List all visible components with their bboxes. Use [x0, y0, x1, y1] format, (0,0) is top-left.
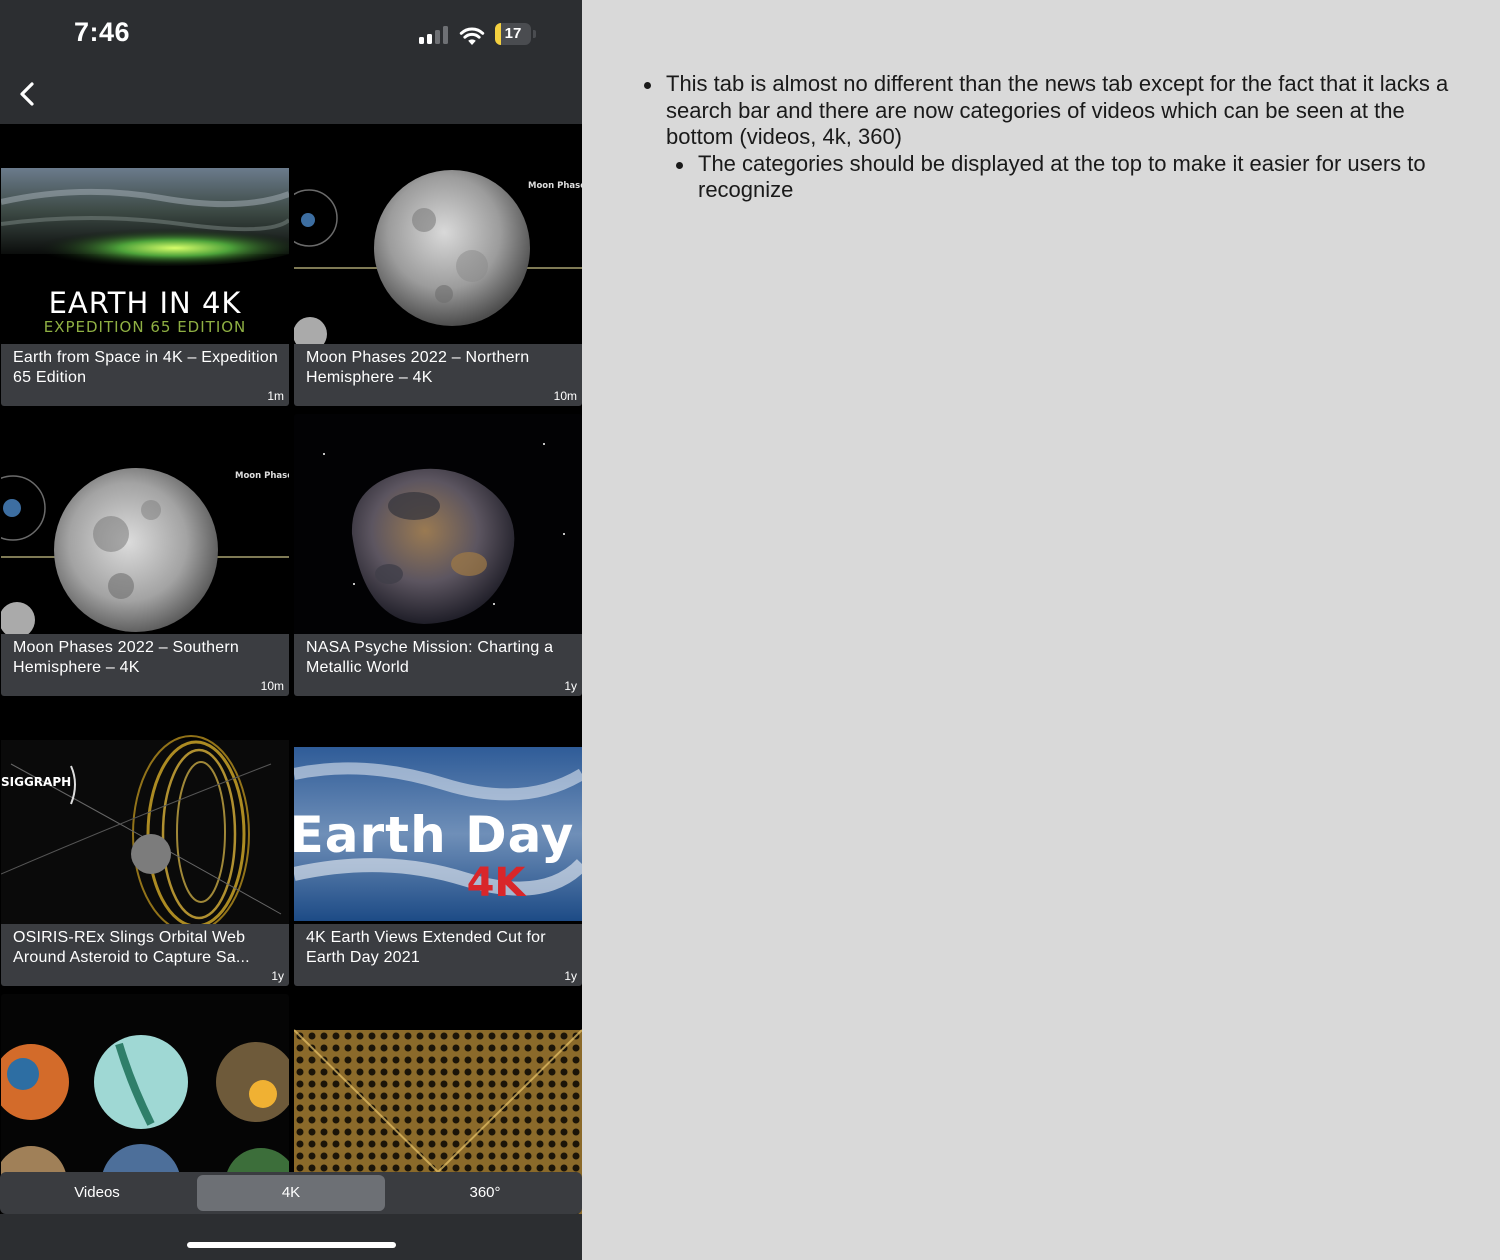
thumb-label-text: Moon Phases — [528, 181, 582, 191]
video-thumbnail: Earth Day 4K — [294, 704, 582, 924]
video-title: Moon Phases 2022 – Southern Hemisphere –… — [13, 639, 240, 676]
home-indicator[interactable] — [187, 1242, 396, 1248]
video-age: 1y — [271, 969, 284, 983]
video-card[interactable]: Moon Phases Moon Phases 2022 – Northern … — [294, 124, 582, 406]
notes-list: This tab is almost no different than the… — [644, 71, 1466, 204]
video-age: 1y — [564, 969, 577, 983]
sub-note-item: The categories should be displayed at th… — [676, 150, 1466, 204]
video-title: Moon Phases 2022 – Northern Hemisphere –… — [306, 349, 530, 386]
thumb-label-text: Moon Phases — [235, 471, 289, 481]
video-thumbnail: Moon Phases — [294, 124, 582, 344]
video-thumbnail: Moon Phases — [1, 414, 289, 634]
thumb-title-text: Earth Day — [294, 806, 574, 864]
video-card[interactable]: Earth Day 4K 4K Earth Views Extended Cut… — [294, 704, 582, 986]
status-bar: 7:46 17 — [0, 0, 582, 64]
segment-360[interactable]: 360° — [388, 1172, 582, 1214]
video-caption: NASA Psyche Mission: Charting a Metallic… — [294, 634, 582, 696]
video-caption: 4K Earth Views Extended Cut for Earth Da… — [294, 924, 582, 986]
video-age: 10m — [260, 679, 284, 693]
wifi-icon — [459, 27, 485, 45]
bullet-icon — [644, 82, 651, 89]
video-age: 1m — [267, 389, 284, 403]
video-card[interactable]: SIGGRAPH OSIRIS-REx Slings Orbital Web A… — [1, 704, 289, 986]
bullet-icon — [676, 161, 683, 169]
thumb-subtitle-text: EXPEDITION 65 EDITION — [44, 318, 247, 336]
video-caption: Moon Phases 2022 – Southern Hemisphere –… — [1, 634, 289, 696]
segment-videos[interactable]: Videos — [0, 1172, 194, 1214]
status-time: 7:46 — [74, 17, 131, 47]
thumb-subtitle-text: 4K — [467, 860, 528, 906]
video-title: Earth from Space in 4K – Expedition 65 E… — [13, 349, 278, 386]
sub-notes-list: The categories should be displayed at th… — [666, 151, 1466, 204]
video-caption: Earth from Space in 4K – Expedition 65 E… — [1, 344, 289, 406]
note-item: This tab is almost no different than the… — [644, 71, 1466, 204]
notes-panel: This tab is almost no different than the… — [582, 0, 1500, 1260]
category-segmented-control: Videos 4K 360° — [0, 1172, 582, 1214]
video-thumbnail — [294, 414, 582, 634]
navigation-bar — [0, 64, 582, 124]
video-age: 1y — [564, 679, 577, 693]
thumb-label-text: SIGGRAPH — [1, 775, 71, 789]
video-caption: OSIRIS-REx Slings Orbital Web Around Ast… — [1, 924, 289, 986]
sub-note-text: The categories should be displayed at th… — [698, 150, 1426, 203]
home-indicator-area — [0, 1214, 582, 1260]
phone-screen: 7:46 17 EARTH IN 4K EXPEDITION 65 EDITIO… — [0, 0, 582, 1260]
video-title: OSIRIS-REx Slings Orbital Web Around Ast… — [13, 929, 250, 966]
cellular-signal-icon — [419, 26, 451, 44]
video-card[interactable]: EARTH IN 4K EXPEDITION 65 EDITION Earth … — [1, 124, 289, 406]
note-text: This tab is almost no different than the… — [666, 71, 1449, 149]
video-thumbnail: SIGGRAPH — [1, 704, 289, 924]
thumb-title-text: EARTH IN 4K — [49, 286, 242, 320]
battery-icon: 17 — [495, 23, 536, 45]
battery-level-text: 17 — [504, 25, 522, 42]
video-title: 4K Earth Views Extended Cut for Earth Da… — [306, 929, 546, 966]
back-button[interactable] — [10, 74, 46, 114]
video-thumbnail: EARTH IN 4K EXPEDITION 65 EDITION — [1, 124, 289, 344]
segment-4k[interactable]: 4K — [197, 1175, 385, 1211]
video-card[interactable]: NASA Psyche Mission: Charting a Metallic… — [294, 414, 582, 696]
video-caption: Moon Phases 2022 – Northern Hemisphere –… — [294, 344, 582, 406]
video-age: 10m — [553, 389, 577, 403]
video-title: NASA Psyche Mission: Charting a Metallic… — [306, 639, 554, 676]
video-card[interactable]: Moon Phases Moon Phases 2022 – Southern … — [1, 414, 289, 696]
